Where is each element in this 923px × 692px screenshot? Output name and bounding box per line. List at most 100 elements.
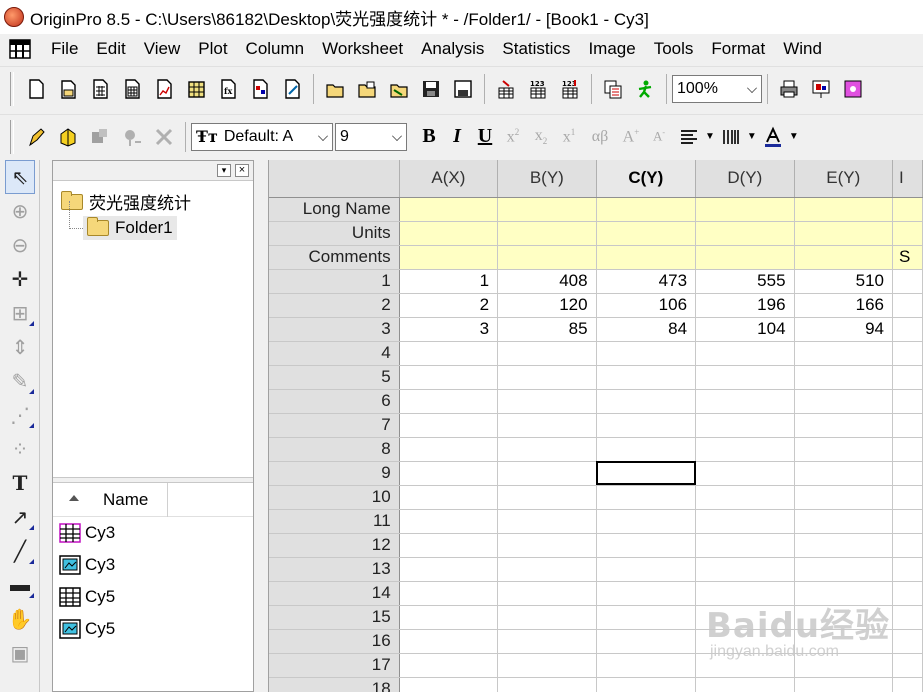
cell-a[interactable]: 2 bbox=[399, 293, 499, 318]
cell-f[interactable] bbox=[892, 653, 923, 678]
greek-button[interactable]: αβ bbox=[583, 128, 617, 146]
cell-b[interactable] bbox=[497, 485, 597, 510]
cell-e[interactable] bbox=[794, 629, 894, 654]
list-item[interactable]: Cy5 bbox=[59, 619, 115, 639]
cell-c[interactable] bbox=[596, 557, 697, 582]
cell-e[interactable] bbox=[794, 461, 894, 486]
label-cell[interactable] bbox=[596, 245, 697, 270]
cell-c[interactable]: 106 bbox=[596, 293, 697, 318]
zoom-select[interactable]: 100% bbox=[672, 74, 762, 103]
label-cell[interactable] bbox=[497, 221, 597, 246]
cell-a[interactable] bbox=[399, 653, 499, 678]
decrease-font-icon[interactable]: A- bbox=[645, 128, 673, 144]
cell-f[interactable] bbox=[892, 461, 923, 486]
cell-c[interactable] bbox=[596, 341, 697, 366]
row-header[interactable]: 6 bbox=[269, 389, 400, 414]
zoom-out-tool-icon[interactable]: ⊖ bbox=[0, 228, 40, 262]
row-header[interactable]: 10 bbox=[269, 485, 400, 510]
toolbar-grip[interactable] bbox=[10, 71, 14, 106]
row-header[interactable]: 8 bbox=[269, 437, 400, 462]
recalculate-icon[interactable] bbox=[632, 76, 658, 102]
cell-f[interactable] bbox=[892, 533, 923, 558]
label-row-header[interactable]: Units bbox=[269, 221, 400, 246]
column-header-c[interactable]: C(Y) bbox=[596, 160, 697, 198]
subscript-icon[interactable]: x2 bbox=[527, 127, 555, 146]
new-worksheet-icon[interactable] bbox=[87, 76, 113, 102]
cell-f[interactable] bbox=[892, 389, 923, 414]
underline-button[interactable]: U bbox=[471, 125, 499, 148]
cell-d[interactable] bbox=[695, 677, 795, 692]
row-header[interactable]: 15 bbox=[269, 605, 400, 630]
arrow-tool-icon[interactable]: ↗ bbox=[0, 500, 40, 534]
cell-a[interactable] bbox=[399, 629, 499, 654]
code-builder-icon[interactable] bbox=[840, 76, 866, 102]
label-cell[interactable] bbox=[892, 197, 923, 222]
label-row-header[interactable]: Comments bbox=[269, 245, 400, 270]
label-cell[interactable] bbox=[399, 221, 499, 246]
list-item[interactable]: Cy3 bbox=[59, 555, 115, 575]
close-icon[interactable]: × bbox=[235, 164, 249, 177]
cell-c[interactable] bbox=[596, 605, 697, 630]
menu-view[interactable]: View bbox=[135, 39, 190, 59]
column-header-d[interactable]: D(Y) bbox=[695, 160, 795, 198]
increase-font-icon[interactable]: A+ bbox=[617, 127, 645, 146]
cell-c[interactable]: 84 bbox=[596, 317, 697, 342]
cell-b[interactable] bbox=[497, 605, 597, 630]
row-header[interactable]: 2 bbox=[269, 293, 400, 318]
label-cell[interactable] bbox=[399, 245, 499, 270]
new-graph-icon[interactable] bbox=[151, 76, 177, 102]
cell-b[interactable] bbox=[497, 533, 597, 558]
minimize-icon[interactable]: ▾ bbox=[217, 164, 231, 177]
label-cell[interactable] bbox=[497, 245, 597, 270]
label-cell[interactable] bbox=[794, 245, 894, 270]
draw-data-tool-icon[interactable]: ✎ bbox=[0, 364, 40, 398]
new-notes-icon[interactable] bbox=[279, 76, 305, 102]
cell-d[interactable] bbox=[695, 533, 795, 558]
cell-e[interactable] bbox=[794, 605, 894, 630]
list-item[interactable]: Cy5 bbox=[59, 587, 115, 607]
save-template-icon[interactable] bbox=[450, 76, 476, 102]
cell-e[interactable] bbox=[794, 413, 894, 438]
scatter-tool-icon[interactable]: ⁘ bbox=[0, 432, 40, 466]
menu-tools[interactable]: Tools bbox=[645, 39, 703, 59]
label-cell[interactable] bbox=[695, 221, 795, 246]
cell-b[interactable] bbox=[497, 581, 597, 606]
cell-e[interactable] bbox=[794, 653, 894, 678]
cell-a[interactable] bbox=[399, 341, 499, 366]
cell-f[interactable] bbox=[892, 293, 923, 318]
new-excel-icon[interactable] bbox=[119, 76, 145, 102]
row-header[interactable]: 5 bbox=[269, 365, 400, 390]
screen-reader-tool-icon[interactable]: ✛ bbox=[0, 262, 40, 296]
list-header[interactable]: Name bbox=[53, 483, 253, 517]
cell-c[interactable] bbox=[596, 581, 697, 606]
new-matrix-icon[interactable] bbox=[183, 76, 209, 102]
row-header[interactable]: 13 bbox=[269, 557, 400, 582]
cell-b[interactable] bbox=[497, 461, 597, 486]
cell-f[interactable] bbox=[892, 413, 923, 438]
sheet-corner[interactable] bbox=[269, 160, 400, 198]
cell-d[interactable] bbox=[695, 509, 795, 534]
cell-a[interactable]: 1 bbox=[399, 269, 499, 294]
cell-d[interactable] bbox=[695, 629, 795, 654]
cell-e[interactable] bbox=[794, 533, 894, 558]
cell-f[interactable] bbox=[892, 557, 923, 582]
cell-d[interactable] bbox=[695, 365, 795, 390]
cell-a[interactable] bbox=[399, 461, 499, 486]
cell-b[interactable] bbox=[497, 629, 597, 654]
import-multiple-ascii-icon[interactable]: 123 bbox=[525, 76, 551, 102]
label-cell[interactable] bbox=[596, 221, 697, 246]
superscript-icon[interactable]: x2 bbox=[499, 127, 527, 146]
cell-b[interactable] bbox=[497, 677, 597, 692]
supersubscript-icon[interactable]: x1 bbox=[555, 127, 583, 146]
menu-image[interactable]: Image bbox=[579, 39, 644, 59]
cell-b[interactable] bbox=[497, 557, 597, 582]
duplicate-icon[interactable] bbox=[600, 76, 626, 102]
cell-a[interactable] bbox=[399, 677, 499, 692]
cell-c[interactable] bbox=[596, 437, 697, 462]
label-cell[interactable]: S bbox=[892, 245, 923, 270]
cell-d[interactable]: 104 bbox=[695, 317, 795, 342]
row-header[interactable]: 11 bbox=[269, 509, 400, 534]
cell-e[interactable] bbox=[794, 677, 894, 692]
cell-c[interactable] bbox=[596, 509, 697, 534]
open-excel-icon[interactable] bbox=[386, 76, 412, 102]
